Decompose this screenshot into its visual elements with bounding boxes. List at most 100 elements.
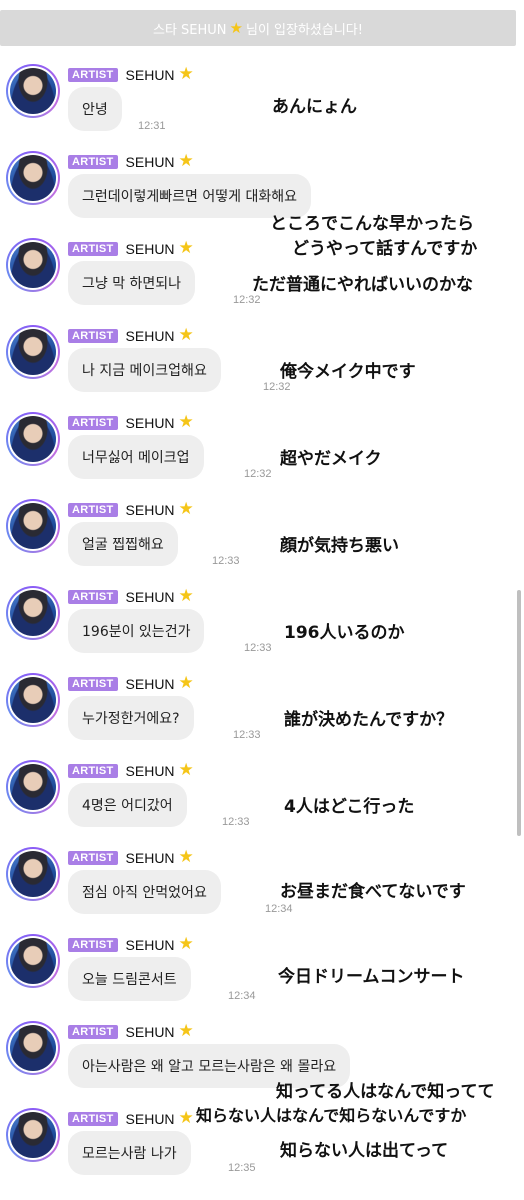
avatar-photo <box>10 503 56 549</box>
translation-text: 今日ドリームコンサート <box>278 967 465 987</box>
scrollbar[interactable] <box>517 590 521 836</box>
star-icon: ★ <box>178 499 194 519</box>
artist-badge: ARTIST <box>68 850 118 865</box>
translation-text: 知らない人はなんで知らないんですか <box>196 1106 467 1125</box>
avatar-photo <box>10 68 56 114</box>
message-bubble: 얼굴 찝찝해요 <box>68 522 178 566</box>
message-time: 12:33 <box>244 642 272 654</box>
avatar-photo <box>10 677 56 723</box>
avatar[interactable] <box>6 325 60 379</box>
artist-badge: ARTIST <box>68 67 118 82</box>
avatar[interactable] <box>6 151 60 205</box>
avatar-photo <box>10 851 56 897</box>
avatar[interactable] <box>6 673 60 727</box>
star-icon: ★ <box>178 673 194 693</box>
message-time: 12:33 <box>212 555 240 567</box>
message-time: 12:32 <box>233 294 261 306</box>
message-bubble: 점심 아직 안먹었어요 <box>68 870 221 914</box>
message-bubble: 나 지금 메이크업해요 <box>68 348 221 392</box>
artist-badge: ARTIST <box>68 1024 118 1039</box>
artist-badge: ARTIST <box>68 154 118 169</box>
chat-message: ARTIST SEHUN ★ 누가정한거에요? 12:33 誰が決めたんですか？ <box>0 669 524 755</box>
entry-notice-after: 님이 입장하셨습니다! <box>246 22 363 38</box>
artist-badge: ARTIST <box>68 241 118 256</box>
avatar-photo <box>10 155 56 201</box>
sender-row: ARTIST SEHUN ★ <box>68 762 194 779</box>
message-bubble: 너무싫어 메이크업 <box>68 435 204 479</box>
translation-text: 196人いるのか <box>284 623 405 643</box>
sender-row: ARTIST SEHUN ★ <box>68 240 194 257</box>
sender-row: ARTIST SEHUN ★ <box>68 675 194 692</box>
avatar-photo <box>10 242 56 288</box>
avatar[interactable] <box>6 1108 60 1162</box>
chat-message: ARTIST SEHUN ★ 너무싫어 메이크업 12:32 超やだメイク <box>0 408 524 494</box>
star-icon: ★ <box>178 586 194 606</box>
sender-row: ARTIST SEHUN ★ <box>68 849 194 866</box>
star-icon: ★ <box>178 325 194 345</box>
avatar[interactable] <box>6 412 60 466</box>
message-time: 12:33 <box>222 816 250 828</box>
avatar[interactable] <box>6 760 60 814</box>
message-time: 12:34 <box>265 903 293 915</box>
sender-row: ARTIST SEHUN ★ <box>68 327 194 344</box>
sender-name: SEHUN <box>125 414 175 431</box>
avatar-photo <box>10 590 56 636</box>
translation-text: 誰が決めたんですか？ <box>284 710 454 730</box>
avatar[interactable] <box>6 847 60 901</box>
message-time: 12:35 <box>228 1162 256 1174</box>
sender-name: SEHUN <box>125 762 175 779</box>
artist-badge: ARTIST <box>68 502 118 517</box>
chat-message: ARTIST SEHUN ★ 나 지금 메이크업해요 12:32 俺今メイク中で… <box>0 321 524 407</box>
star-icon: ★ <box>178 760 194 780</box>
artist-badge: ARTIST <box>68 676 118 691</box>
avatar[interactable] <box>6 499 60 553</box>
sender-row: ARTIST SEHUN ★ <box>68 501 194 518</box>
sender-name: SEHUN <box>125 675 175 692</box>
sender-row: ARTIST SEHUN ★ <box>68 936 194 953</box>
avatar-photo <box>10 416 56 462</box>
sender-name: SEHUN <box>125 936 175 953</box>
sender-name: SEHUN <box>125 66 175 83</box>
chat-message: ARTIST SEHUN ★ 4명은 어디갔어 12:33 4人はどこ行った <box>0 756 524 842</box>
chat-message: ARTIST SEHUN ★ 아는사람은 왜 알고 모르는사람은 왜 몰라요 知… <box>0 1017 524 1103</box>
sender-name: SEHUN <box>125 153 175 170</box>
avatar[interactable] <box>6 64 60 118</box>
artist-badge: ARTIST <box>68 415 118 430</box>
avatar[interactable] <box>6 586 60 640</box>
avatar[interactable] <box>6 1021 60 1075</box>
sender-name: SEHUN <box>125 1110 175 1127</box>
chat-message: ARTIST SEHUN ★ 196분이 있는건가 12:33 196人いるのか <box>0 582 524 668</box>
avatar-photo <box>10 938 56 984</box>
chat-message: ARTIST SEHUN ★ 그냥 막 하면되나 12:32 ただ普通にやればい… <box>0 234 524 320</box>
message-time: 12:32 <box>263 381 291 393</box>
star-icon: ★ <box>178 1108 194 1128</box>
avatar[interactable] <box>6 238 60 292</box>
message-time: 12:34 <box>228 990 256 1002</box>
avatar-photo <box>10 1112 56 1158</box>
star-icon: ★ <box>229 19 243 37</box>
star-icon: ★ <box>178 847 194 867</box>
translation-text: ところでこんな早かったら <box>270 214 474 234</box>
avatar-photo <box>10 1025 56 1071</box>
message-bubble: 그냥 막 하면되나 <box>68 261 196 305</box>
chat-message: ARTIST SEHUN ★ 얼굴 찝찝해요 12:33 顔が気持ち悪い <box>0 495 524 581</box>
artist-badge: ARTIST <box>68 1111 118 1126</box>
translation-text: ただ普通にやればいいのかな <box>252 275 473 295</box>
sender-row: ARTIST SEHUN ★ <box>68 66 194 83</box>
message-bubble: 안녕 <box>68 87 122 131</box>
chat-message: ARTIST SEHUN ★ 그런데이렇게빠르면 어떻게 대화해요 ところでこん… <box>0 147 524 234</box>
sender-name: SEHUN <box>125 327 175 344</box>
artist-badge: ARTIST <box>68 589 118 604</box>
message-time: 12:31 <box>138 120 166 132</box>
avatar[interactable] <box>6 934 60 988</box>
avatar-photo <box>10 764 56 810</box>
sender-row: ARTIST SEHUN ★ <box>68 1110 194 1127</box>
translation-text: 知らない人は出てって <box>280 1141 449 1161</box>
translation-text: 知ってる人はなんで知ってて <box>276 1082 495 1102</box>
star-icon: ★ <box>178 412 194 432</box>
sender-row: ARTIST SEHUN ★ <box>68 153 194 170</box>
entry-notice-before: 스타 SEHUN <box>153 22 227 38</box>
entry-notice-banner: 스타 SEHUN ★ 님이 입장하셨습니다! <box>0 10 516 46</box>
translation-text: お昼まだ食べてないです <box>280 882 466 902</box>
message-bubble: 4명은 어디갔어 <box>68 783 187 827</box>
